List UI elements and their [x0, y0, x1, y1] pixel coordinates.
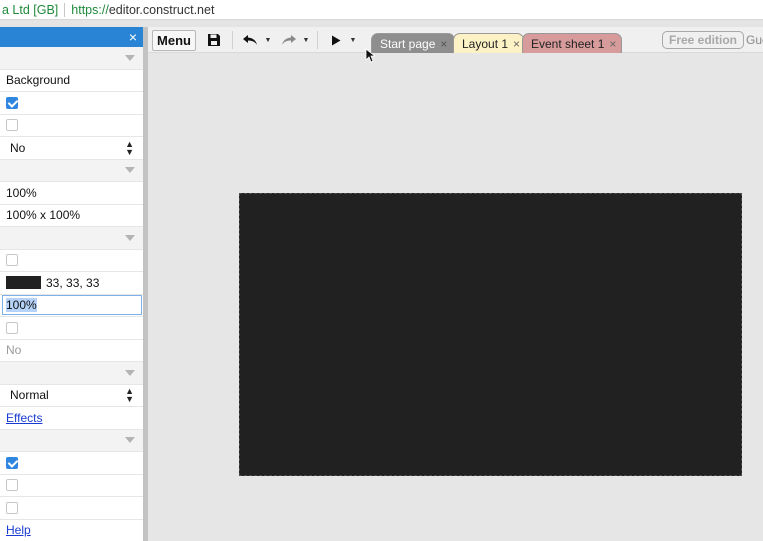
scale-value: 100%	[6, 185, 37, 200]
check-d-checkbox[interactable]	[6, 479, 18, 492]
category-row[interactable]	[0, 227, 143, 250]
property-no[interactable]: No	[0, 340, 143, 362]
transparent-checkbox[interactable]	[6, 119, 18, 132]
main-toolbar: Menu ▼ ▼ ▼ Start page × Layout 1 × Event s…	[148, 27, 763, 53]
property-name[interactable]: Background	[0, 70, 143, 92]
properties-panel: × Background No ▲ ▼ 100% 100% x 100% 33, …	[0, 27, 143, 541]
select-dropdown[interactable]: No ▲ ▼	[4, 139, 137, 157]
close-icon[interactable]: ×	[513, 37, 520, 51]
undo-icon[interactable]	[241, 31, 259, 49]
tab-event-sheet-1[interactable]: Event sheet 1 ×	[522, 33, 622, 53]
url-host: editor.construct.net	[108, 2, 215, 17]
property-scale[interactable]: 100%	[0, 182, 143, 205]
help-link[interactable]: Help	[6, 523, 31, 537]
opacity-value: 100%	[6, 298, 37, 313]
category-row[interactable]	[0, 429, 143, 452]
close-icon[interactable]: ×	[609, 37, 616, 51]
chevron-down-icon	[125, 369, 135, 376]
effects-link[interactable]: Effects	[6, 411, 42, 425]
certificate-label: a Ltd [GB]	[2, 2, 59, 17]
size-value: 100% x 100%	[6, 208, 81, 223]
property-select[interactable]: No ▲ ▼	[0, 137, 143, 160]
property-blend-mode[interactable]: Normal ▲ ▼	[0, 385, 143, 407]
property-check-a[interactable]	[0, 250, 143, 272]
close-icon[interactable]: ×	[440, 37, 447, 51]
chevron-down-icon	[125, 54, 135, 61]
category-row[interactable]	[0, 159, 143, 182]
property-check-b[interactable]	[0, 317, 143, 340]
address-separator	[64, 2, 66, 17]
tab-label: Start page	[380, 36, 436, 51]
category-row[interactable]	[0, 362, 143, 385]
property-transparent[interactable]	[0, 115, 143, 137]
layout-canvas[interactable]	[239, 193, 742, 476]
free-edition-badge[interactable]: Free edition	[662, 31, 745, 49]
chevron-down-icon	[125, 437, 135, 444]
check-c-checkbox[interactable]	[6, 456, 18, 469]
tab-layout-1[interactable]: Layout 1 ×	[453, 33, 524, 53]
toolbar-separator	[317, 31, 318, 49]
check-e-checkbox[interactable]	[6, 501, 18, 514]
property-size[interactable]: 100% x 100%	[0, 205, 143, 227]
properties-panel-header: ×	[0, 27, 143, 47]
check-b-checkbox[interactable]	[6, 321, 18, 334]
blend-mode-select[interactable]: Normal ▲ ▼	[4, 386, 137, 404]
color-value: 33, 33, 33	[46, 275, 100, 290]
property-color[interactable]: 33, 33, 33	[0, 272, 143, 295]
chevron-down-icon	[125, 167, 135, 174]
category-row[interactable]	[0, 47, 143, 70]
property-visible[interactable]	[0, 92, 143, 115]
visible-checkbox[interactable]	[6, 96, 18, 109]
name-value: Background	[6, 73, 71, 88]
tab-label: Event sheet 1	[531, 36, 605, 51]
browser-address-bar[interactable]: a Ltd [GB] https://editor.construct.net	[0, 0, 763, 20]
play-icon[interactable]	[330, 31, 342, 49]
undo-caret-down-icon[interactable]: ▼	[264, 31, 272, 49]
no-value: No	[6, 343, 22, 358]
tab-label: Layout 1	[462, 36, 509, 51]
tab-start-page[interactable]: Start page ×	[371, 33, 455, 53]
redo-caret-down-icon[interactable]: ▼	[302, 31, 310, 49]
url-text[interactable]: https://editor.construct.net	[71, 3, 214, 17]
color-swatch[interactable]	[6, 276, 41, 290]
url-scheme: https://	[71, 2, 109, 17]
play-caret-down-icon[interactable]: ▼	[349, 31, 357, 49]
menu-button[interactable]: Menu	[152, 30, 196, 51]
select-value: No	[10, 140, 26, 155]
property-check-c[interactable]	[0, 452, 143, 475]
property-opacity[interactable]: 100%	[0, 295, 143, 317]
property-check-d[interactable]	[0, 475, 143, 497]
blend-mode-value: Normal	[10, 388, 49, 403]
guest-label[interactable]: Gue	[746, 33, 763, 47]
chevron-down-icon	[125, 234, 135, 241]
select-arrows-icon: ▲ ▼	[125, 386, 134, 405]
opacity-input[interactable]: 100%	[2, 295, 142, 316]
select-arrows-icon: ▲ ▼	[125, 138, 134, 157]
property-effects[interactable]: Effects	[0, 407, 143, 430]
toolbar-separator	[232, 31, 233, 49]
check-a-checkbox[interactable]	[6, 254, 18, 267]
layout-view[interactable]	[148, 53, 763, 541]
cursor-icon	[365, 48, 377, 66]
redo-icon[interactable]	[279, 31, 297, 49]
property-help[interactable]: Help	[0, 520, 143, 541]
save-icon[interactable]	[206, 31, 222, 49]
close-icon[interactable]: ×	[129, 30, 137, 44]
property-check-e[interactable]	[0, 497, 143, 520]
